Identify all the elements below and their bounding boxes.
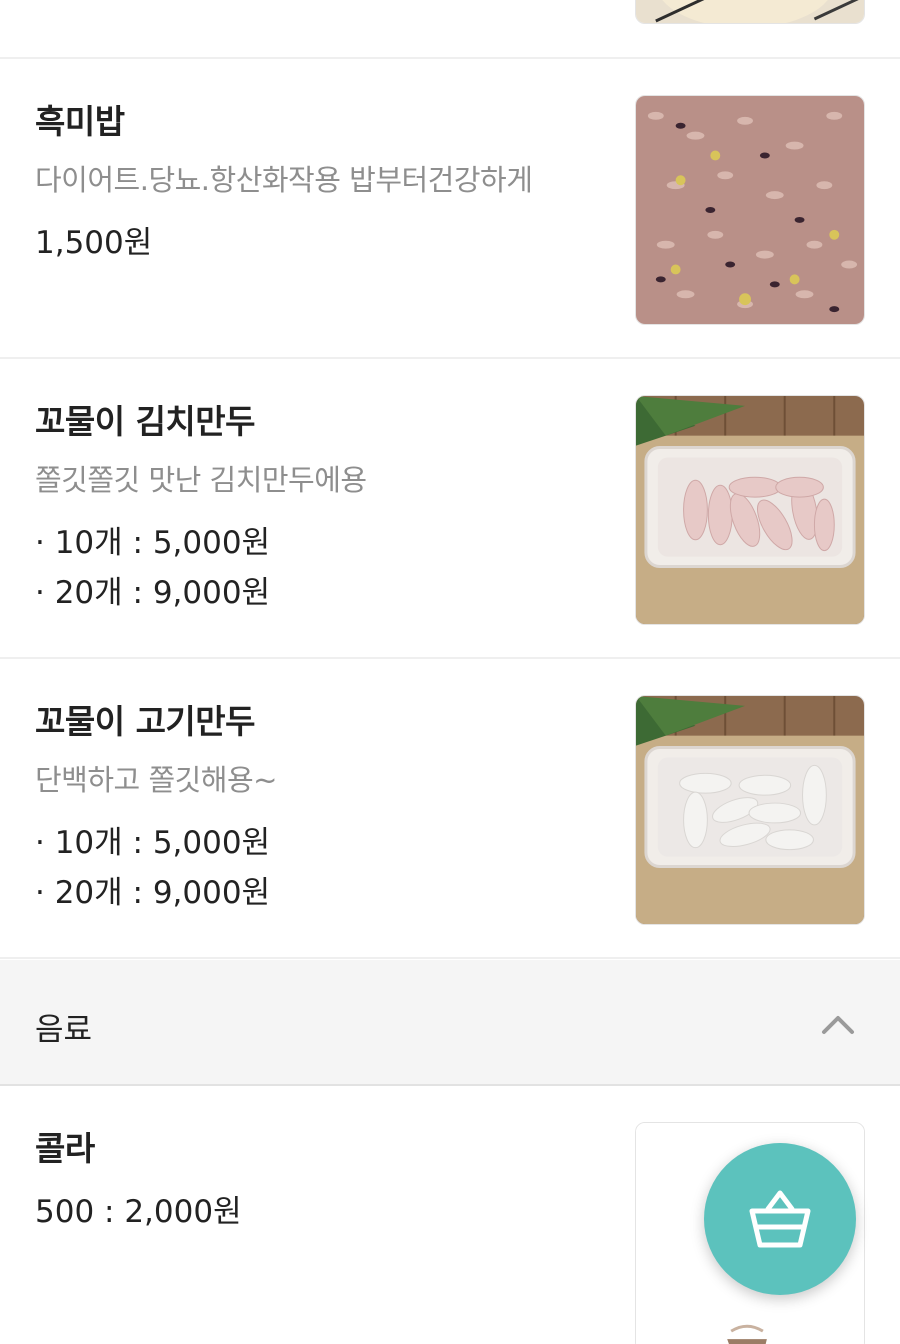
kimchi-dumpling-photo: [636, 396, 864, 624]
item-image: [635, 695, 865, 925]
chevron-up-icon[interactable]: [820, 1006, 856, 1042]
item-price: 500 : 2,000원: [35, 1194, 242, 1230]
item-name: 꼬물이 김치만두: [35, 402, 256, 441]
menu-page: 흑미밥 다이어트.당뇨.항산화작용 밥부터건강하게 1,500원 꼬물이 김치만…: [0, 0, 900, 1344]
menu-item[interactable]: 꼬물이 고기만두 단백하고 쫄깃해용~ · 10개 : 5,000원 · 20개…: [0, 659, 900, 959]
meat-dumpling-photo: [636, 696, 864, 924]
item-image: [635, 0, 865, 24]
item-price-option: · 10개 : 5,000원: [35, 825, 271, 861]
item-image: [635, 395, 865, 625]
menu-item[interactable]: 꼬물이 김치만두 쫄깃쫄깃 맛난 김치만두에용 · 10개 : 5,000원 ·…: [0, 359, 900, 659]
black-rice-photo: [636, 96, 864, 324]
category-header-drinks[interactable]: 음료: [0, 960, 900, 1086]
item-name: 콜라: [35, 1129, 95, 1168]
cart-button[interactable]: [704, 1143, 856, 1295]
basket-icon: [749, 1190, 811, 1248]
item-description: 단백하고 쫄깃해용~: [35, 763, 277, 797]
item-price: 1,500원: [35, 225, 153, 261]
item-description: 다이어트.당뇨.항산화작용 밥부터건강하게: [35, 163, 533, 197]
item-name: 흑미밥: [35, 102, 125, 141]
item-name: 꼬물이 고기만두: [35, 702, 256, 741]
item-image: [635, 95, 865, 325]
menu-item[interactable]: 흑미밥 다이어트.당뇨.항산화작용 밥부터건강하게 1,500원: [0, 59, 900, 359]
item-price-option: · 20개 : 9,000원: [35, 575, 271, 611]
item-price-option: · 10개 : 5,000원: [35, 525, 271, 561]
menu-item-partial[interactable]: [0, 0, 900, 59]
category-title: 음료: [35, 1012, 93, 1048]
item-description: 쫄깃쫄깃 맛난 김치만두에용: [35, 463, 367, 497]
item-price-option: · 20개 : 9,000원: [35, 875, 271, 911]
